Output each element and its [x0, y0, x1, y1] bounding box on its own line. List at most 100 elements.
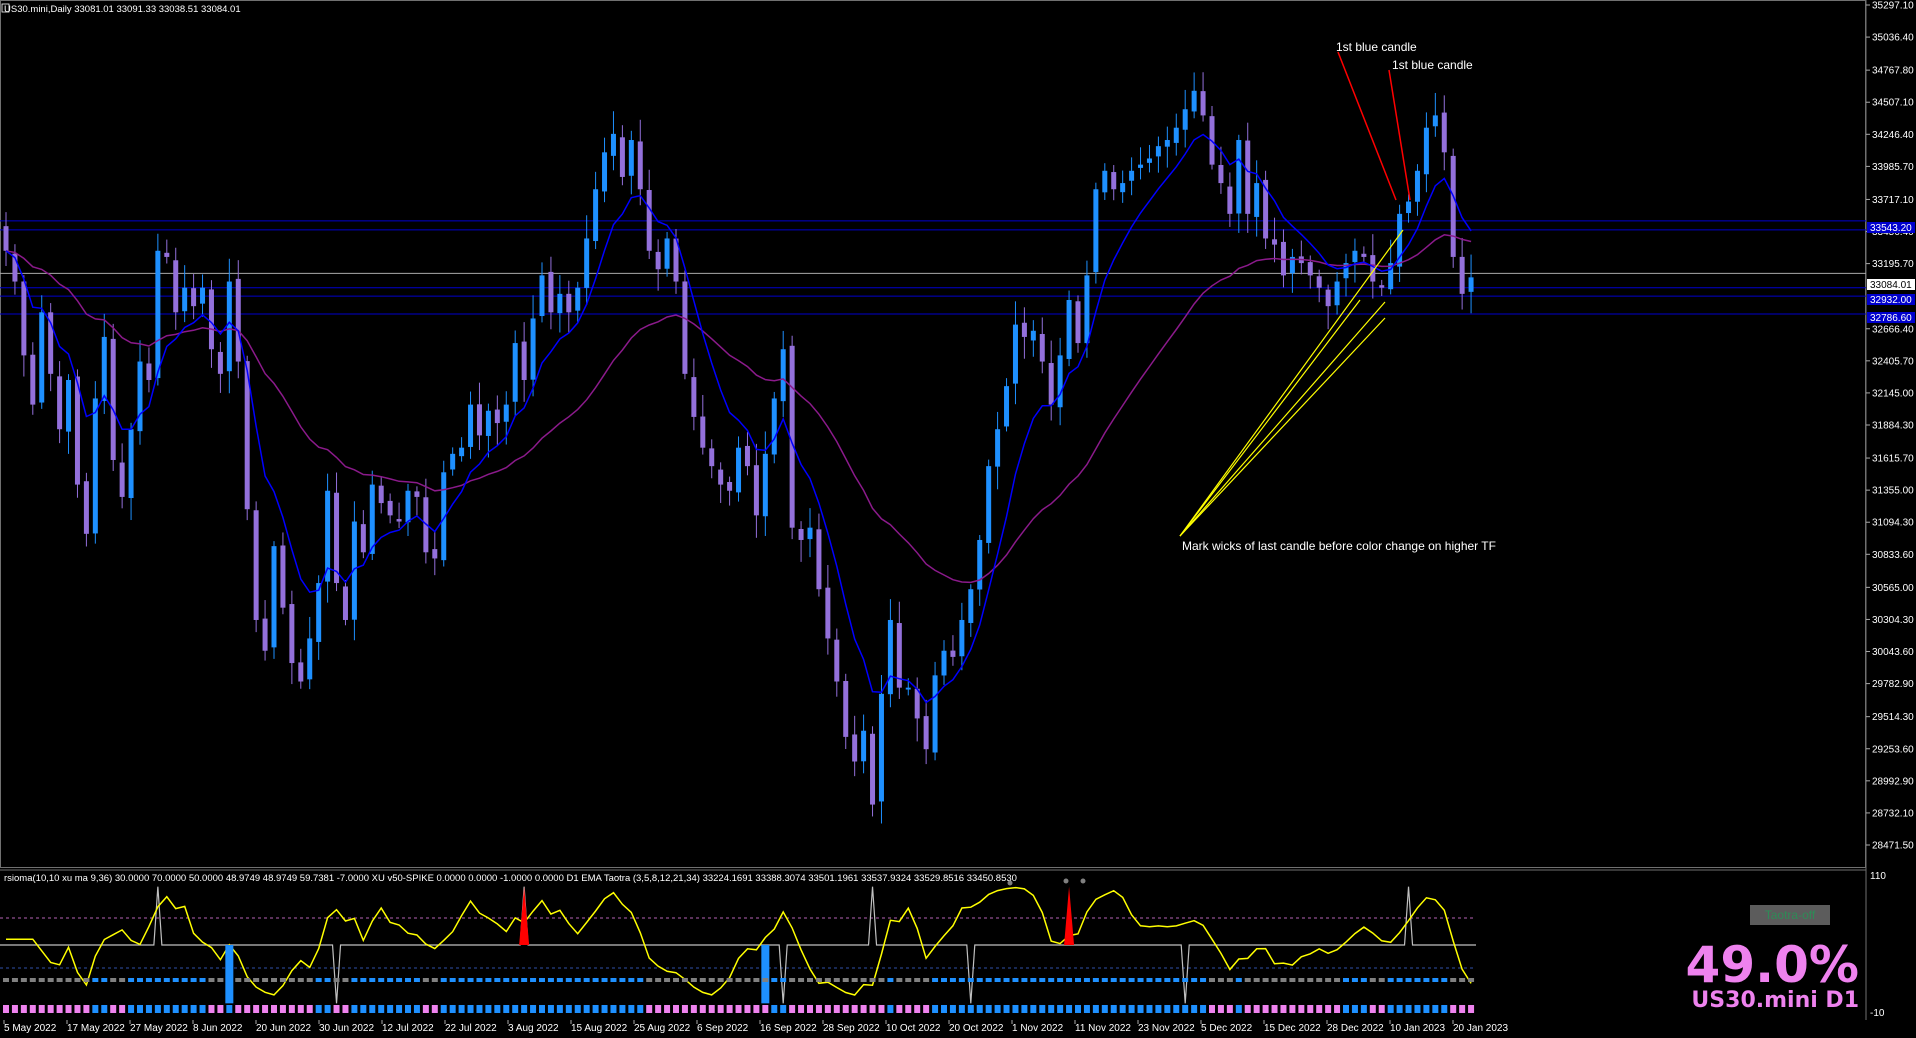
candle-body: [342, 586, 348, 620]
histo-bar-upper: [1092, 978, 1099, 982]
horizontal-levels[interactable]: [0, 220, 1866, 315]
annotation-first-blue-1[interactable]: 1st blue candle: [1336, 40, 1417, 54]
histo-bar-lower: [324, 1005, 331, 1013]
histo-bar-upper: [1191, 978, 1198, 982]
candle-body: [1146, 158, 1152, 163]
candle-body: [610, 133, 616, 156]
histo-bar-upper: [101, 978, 108, 982]
candle-body: [709, 448, 715, 467]
histo-bar-lower: [1334, 1005, 1341, 1013]
chart-canvas[interactable]: 1st blue candle 1st blue candle Mark wic…: [0, 0, 1916, 1038]
histo-bar-lower: [29, 1005, 36, 1013]
candle-body: [646, 190, 652, 251]
histo-bar-lower: [994, 1005, 1001, 1013]
histo-bar-lower: [333, 1005, 340, 1013]
histo-bar-upper: [226, 978, 233, 982]
candle-body: [923, 716, 929, 750]
histo-bar-lower: [521, 1005, 528, 1013]
candle-body: [1066, 300, 1072, 359]
histo-bar-upper: [190, 978, 197, 982]
red-arrow-line-1[interactable]: [1337, 51, 1397, 201]
histo-bar-upper: [941, 978, 947, 982]
histo-bar-lower: [1191, 1005, 1198, 1013]
histo-bar-upper: [369, 978, 376, 982]
date-tick-label: 10 Oct 2022: [886, 1023, 941, 1034]
candle-body: [1182, 109, 1188, 130]
candle-body: [432, 549, 438, 559]
candle-body: [66, 379, 72, 432]
date-tick-label: 30 Jun 2022: [319, 1023, 374, 1034]
indicator-pane[interactable]: [0, 886, 1476, 1013]
candle-body: [602, 152, 608, 192]
candle-body: [1200, 91, 1206, 116]
price-tick-label: 35036.40: [1872, 33, 1914, 44]
candle-body: [119, 462, 125, 497]
price-tick-label: 32145.00: [1872, 388, 1914, 399]
histo-bar-upper: [1226, 978, 1233, 982]
candle-body: [208, 289, 214, 350]
histo-bar-lower: [556, 1005, 563, 1013]
candle-body: [1325, 289, 1331, 307]
histo-bar-lower: [369, 1005, 376, 1013]
histo-bar-upper: [762, 978, 769, 982]
histo-bar-upper: [29, 978, 36, 982]
histo-bar-lower: [1048, 1005, 1055, 1013]
candle-body: [110, 338, 116, 460]
candle-body: [1218, 164, 1224, 184]
candle-body: [289, 604, 295, 664]
candle-body: [173, 260, 179, 313]
date-axis[interactable]: 5 May 2022 17 May 2022 27 May 2022 8 Jun 20…: [3, 1020, 1508, 1034]
histo-bar-lower: [1137, 1005, 1144, 1013]
candle-body: [253, 510, 259, 620]
yellow-line-1[interactable]: [1179, 229, 1404, 537]
taotra-toggle-button[interactable]: Taotra-off: [1750, 905, 1830, 925]
candle-body: [92, 398, 98, 534]
histo-bar-lower: [110, 1005, 117, 1013]
histo-bar-lower: [288, 1005, 295, 1013]
histo-bar-lower: [1396, 1005, 1403, 1013]
histo-bar-upper: [145, 978, 152, 982]
histo-bar-upper: [574, 978, 581, 982]
candle-body: [83, 481, 89, 534]
histo-bar-lower: [467, 1005, 474, 1013]
histo-bar-upper: [378, 978, 385, 982]
histo-bar-upper: [1271, 978, 1278, 982]
candle-body: [1432, 115, 1438, 127]
histo-bar-lower: [1039, 1005, 1046, 1013]
histo-bar-lower: [824, 1005, 831, 1013]
histo-bar-lower: [1173, 1005, 1180, 1013]
candle-body: [387, 500, 393, 516]
yellow-line-4[interactable]: [1179, 299, 1361, 537]
histo-bar-upper: [422, 978, 429, 982]
price-axis[interactable]: 35297.10 35036.40 34767.80 34507.10 34246.40…: [1866, 1, 1914, 852]
price-marker-current-label: 33084.01: [1870, 280, 1912, 291]
histo-bar-upper: [1316, 978, 1323, 982]
annotation-wicks-note[interactable]: Mark wicks of last candle before color c…: [1182, 539, 1496, 553]
price-tick-label: 34507.10: [1872, 98, 1914, 109]
date-tick-label: 22 Jul 2022: [445, 1023, 497, 1034]
histo-bar-upper: [1083, 978, 1090, 982]
annotation-first-blue-2[interactable]: 1st blue candle: [1392, 58, 1473, 72]
histo-bar-upper: [833, 978, 840, 982]
candle-body: [360, 524, 366, 553]
histo-bar-upper: [1209, 978, 1215, 982]
price-marker-lower-2-label: 32786.60: [1870, 313, 1912, 324]
histo-bar-lower: [1119, 1005, 1126, 1013]
candle-body: [1048, 363, 1054, 405]
yellow-line-2[interactable]: [1179, 301, 1386, 537]
red-arrow-line-2[interactable]: [1388, 69, 1411, 201]
histo-bar-lower: [887, 1005, 894, 1013]
candle-body: [619, 137, 625, 177]
yellow-line-3[interactable]: [1179, 317, 1386, 537]
price-tick-label: 34246.40: [1872, 130, 1914, 141]
candle-body: [262, 618, 268, 651]
histo-bar-upper: [342, 978, 349, 982]
histo-bar-upper: [1217, 978, 1224, 982]
histo-bar-lower: [351, 1005, 358, 1013]
histo-bar-lower: [65, 1005, 72, 1013]
histo-bar-upper: [181, 978, 188, 982]
histo-bar-lower: [664, 1005, 671, 1013]
candle-body: [307, 638, 313, 680]
candle-body: [682, 281, 688, 374]
histo-bar-upper: [655, 978, 662, 982]
